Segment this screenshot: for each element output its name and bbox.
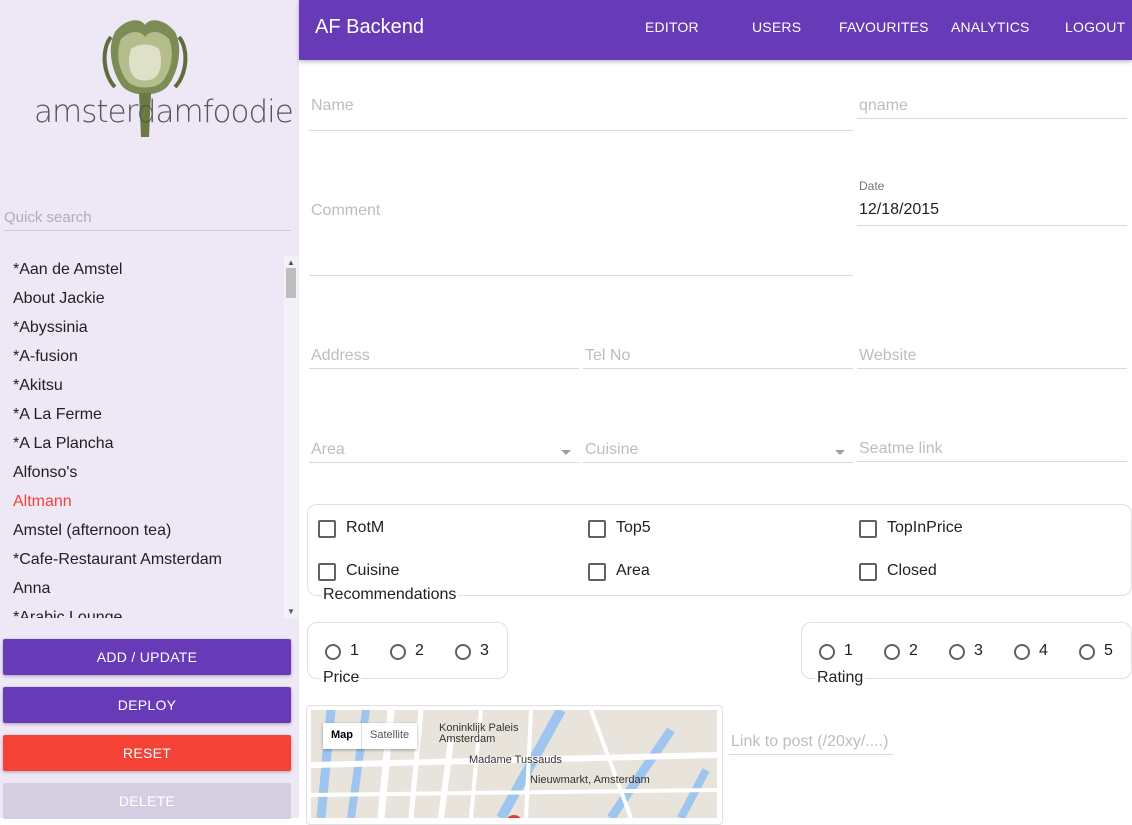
nav-analytics[interactable]: ANALYTICS	[951, 19, 1030, 35]
scroll-thumb[interactable]	[286, 268, 296, 298]
scroll-down-icon[interactable]: ▼	[287, 607, 295, 616]
satellite-button[interactable]: Satellite	[361, 723, 417, 749]
rating-legend: Rating	[815, 669, 866, 687]
date-field[interactable]: Date 12/18/2015	[857, 179, 1127, 226]
rating-radio-5[interactable]	[1079, 644, 1095, 660]
area-label: Area	[616, 562, 650, 579]
list-item[interactable]: *A La Ferme	[0, 401, 284, 430]
restaurant-list-items: *Aan de Amstel About Jackie *Abyssinia *…	[0, 256, 284, 618]
tel-field[interactable]: Tel No	[583, 342, 853, 369]
cuisine-select[interactable]: Cuisine	[583, 436, 853, 463]
list-item[interactable]: About Jackie	[0, 285, 284, 314]
list-item[interactable]: *A La Plancha	[0, 430, 284, 459]
comment-field[interactable]: Comment	[309, 190, 853, 276]
price-label-3: 3	[480, 642, 489, 659]
cuisine-placeholder: Cuisine	[585, 441, 639, 458]
topinprice-label: TopInPrice	[887, 519, 963, 536]
rating-radio-3[interactable]	[949, 644, 965, 660]
area-checkbox[interactable]	[588, 563, 606, 581]
name-field[interactable]: Name	[309, 86, 853, 131]
name-placeholder: Name	[311, 97, 354, 114]
seatme-placeholder: Seatme link	[859, 440, 943, 457]
list-item[interactable]: *Cafe-Restaurant Amsterdam	[0, 546, 284, 575]
quick-search-input[interactable]	[4, 205, 291, 231]
rating-label-4: 4	[1039, 642, 1048, 659]
list-item[interactable]: *Aan de Amstel	[0, 256, 284, 285]
list-item[interactable]: Amstel (afternoon tea)	[0, 517, 284, 546]
scroll-up-icon[interactable]: ▲	[287, 258, 295, 267]
nav-users[interactable]: USERS	[752, 19, 801, 35]
website-field[interactable]: Website	[857, 342, 1127, 369]
list-item[interactable]: Alfonso's	[0, 459, 284, 488]
seatme-field[interactable]: Seatme link	[857, 435, 1127, 462]
address-field[interactable]: Address	[309, 342, 579, 369]
area-placeholder: Area	[311, 441, 345, 458]
chevron-down-icon	[561, 450, 571, 455]
rotm-label: RotM	[346, 519, 385, 536]
top5-checkbox[interactable]	[588, 520, 606, 538]
reset-button[interactable]: RESET	[3, 735, 291, 771]
price-label-2: 2	[415, 642, 424, 659]
logo: amsterdamfoodie	[30, 12, 294, 152]
link-placeholder: Link to post (/20xy/....)	[731, 733, 889, 750]
list-item[interactable]: *Abyssinia	[0, 314, 284, 343]
recommendations-group	[307, 504, 1132, 596]
nav-editor[interactable]: EDITOR	[645, 19, 699, 35]
list-scrollbar[interactable]: ▲ ▼	[284, 256, 298, 618]
top5-label: Top5	[616, 519, 651, 536]
logo-text: amsterdamfoodie	[34, 94, 294, 130]
address-placeholder: Address	[311, 347, 370, 364]
restaurant-list: *Aan de Amstel About Jackie *Abyssinia *…	[0, 256, 299, 618]
rating-radio-2[interactable]	[884, 644, 900, 660]
rating-radio-1[interactable]	[819, 644, 835, 660]
map-button[interactable]: Map	[323, 723, 361, 749]
price-radio-2[interactable]	[390, 644, 406, 660]
cuisine-checkbox[interactable]	[318, 563, 336, 581]
price-label-1: 1	[350, 642, 359, 659]
artichoke-icon	[102, 20, 188, 137]
map-label: Nieuwmarkt, Amsterdam	[530, 774, 650, 786]
list-item[interactable]: *Arabic Lounge	[0, 604, 284, 618]
nav-logout[interactable]: LOGOUT	[1065, 19, 1125, 35]
qname-field[interactable]: qname	[857, 86, 1127, 119]
list-item[interactable]: *A-fusion	[0, 343, 284, 372]
price-radio-1[interactable]	[325, 644, 341, 660]
date-value: 12/18/2015	[859, 201, 940, 218]
rating-label-5: 5	[1104, 642, 1113, 659]
rating-label-3: 3	[974, 642, 983, 659]
nav-favourites[interactable]: FAVOURITES	[839, 19, 929, 35]
map[interactable]: Map Satellite Koninklijk Paleis Amsterda…	[311, 710, 717, 818]
list-item[interactable]: *Akitsu	[0, 372, 284, 401]
closed-label: Closed	[887, 562, 937, 579]
rotm-checkbox[interactable]	[318, 520, 336, 538]
recommendations-legend: Recommendations	[321, 586, 459, 604]
sidebar: amsterdamfoodie *Aan de Amstel About Jac…	[0, 0, 299, 819]
closed-checkbox[interactable]	[859, 563, 877, 581]
chevron-down-icon	[835, 450, 845, 455]
rating-label-2: 2	[909, 642, 918, 659]
price-radio-3[interactable]	[455, 644, 471, 660]
add-update-button[interactable]: ADD / UPDATE	[3, 639, 291, 675]
website-placeholder: Website	[859, 347, 917, 364]
qname-placeholder: qname	[859, 97, 908, 114]
area-select[interactable]: Area	[309, 436, 579, 463]
deploy-button[interactable]: DEPLOY	[3, 687, 291, 723]
list-item-highlighted[interactable]: Altmann	[0, 488, 284, 517]
map-label: Madame Tussauds	[469, 754, 562, 766]
rating-label-1: 1	[844, 642, 853, 659]
comment-placeholder: Comment	[311, 202, 381, 219]
map-type-control: Map Satellite	[323, 723, 418, 749]
rating-radio-4[interactable]	[1014, 644, 1030, 660]
cuisine-label: Cuisine	[346, 562, 400, 579]
app-title: AF Backend	[315, 16, 424, 38]
link-to-post-field[interactable]: Link to post (/20xy/....)	[729, 728, 893, 755]
price-legend: Price	[321, 669, 362, 687]
delete-button[interactable]: DELETE	[3, 783, 291, 819]
top-app-bar: AF Backend EDITOR USERS FAVOURITES ANALY…	[299, 0, 1132, 60]
tel-placeholder: Tel No	[585, 347, 631, 364]
date-label: Date	[859, 179, 885, 193]
topinprice-checkbox[interactable]	[859, 520, 877, 538]
map-label: Amsterdam	[439, 733, 496, 745]
list-item[interactable]: Anna	[0, 575, 284, 604]
